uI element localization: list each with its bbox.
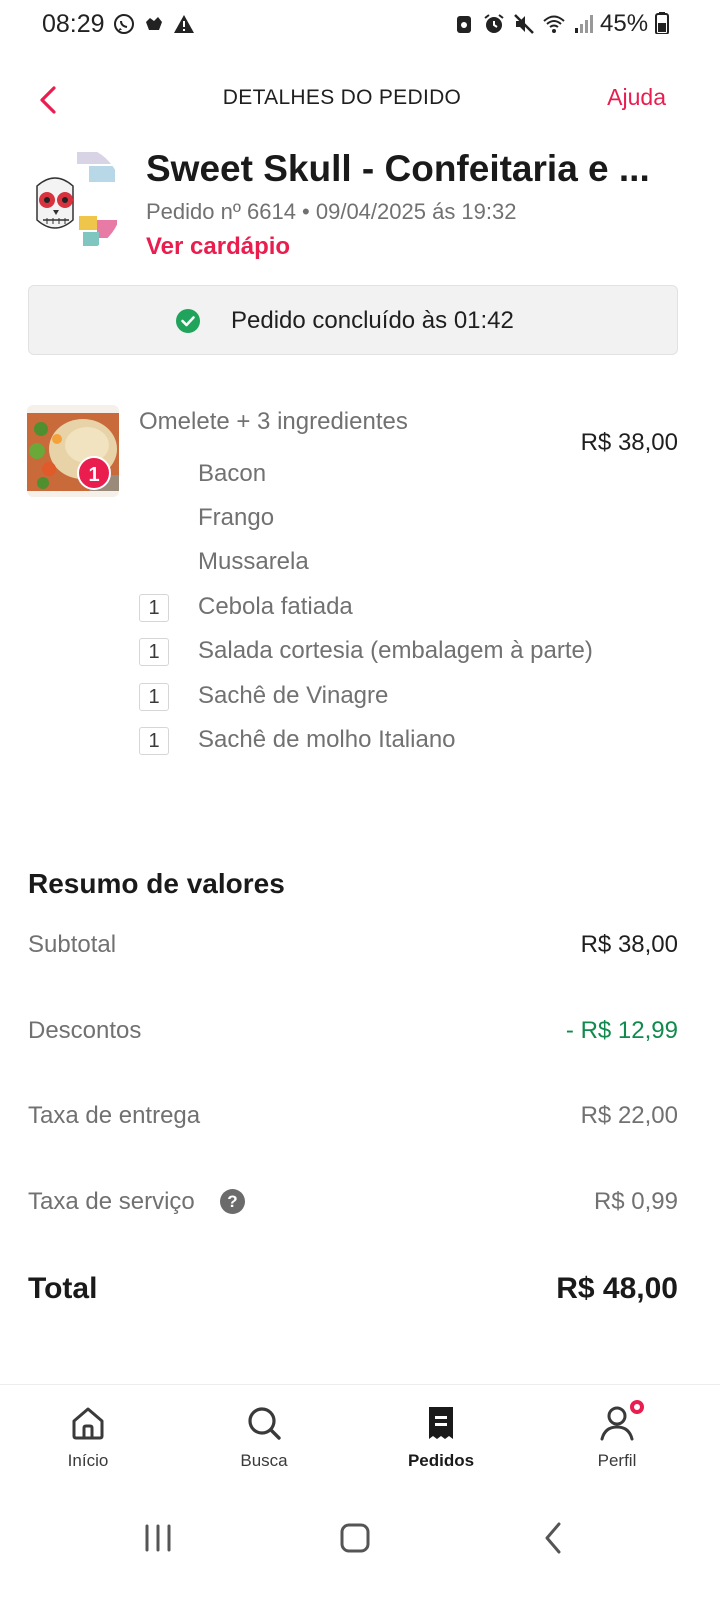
ingredient-item: Bacon <box>198 460 267 487</box>
order-status-box: Pedido concluído às 01:42 <box>28 285 678 355</box>
delivery-fee-value: R$ 22,00 <box>580 1102 678 1129</box>
ingredient-item: Frango <box>198 504 275 531</box>
orders-icon <box>429 1407 453 1439</box>
service-fee-help-icon[interactable]: ? <box>220 1189 245 1214</box>
subtotal-label: Subtotal <box>28 931 117 958</box>
order-meta: Pedido nº 6614 • 09/04/2025 ás 19:32 <box>146 199 517 224</box>
nav-orders-label: Pedidos <box>407 1451 475 1470</box>
wifi-icon <box>543 15 565 33</box>
status-right-icons <box>452 12 596 36</box>
delivery-fee-label: Taxa de entrega <box>28 1102 201 1129</box>
store-logo[interactable]: SWEET SKULL <box>27 146 123 252</box>
store-logo-art: SWEET SKULL <box>27 146 123 252</box>
status-bar: 08:29 45% <box>0 0 720 52</box>
ingredient-item: Mussarela <box>198 548 309 575</box>
battery-icon <box>654 12 669 35</box>
home-button-icon[interactable] <box>325 1508 385 1568</box>
bottom-navigation: Início Busca Pedidos Perfil <box>0 1384 720 1494</box>
warning-icon <box>174 15 194 33</box>
extra-item: Cebola fatiada <box>198 593 353 620</box>
signal-icon <box>575 15 593 33</box>
status-left-icons <box>112 12 196 36</box>
item-price: R$ 38,00 <box>580 429 678 456</box>
nav-profile-label: Perfil <box>597 1451 637 1470</box>
service-fee-value: R$ 0,99 <box>593 1188 678 1215</box>
extra-quantity: 1 <box>139 727 169 755</box>
recent-apps-icon[interactable] <box>128 1508 188 1568</box>
battery-percent: 45% <box>600 10 649 37</box>
app-header: DETALHES DO PEDIDO Ajuda <box>0 72 720 128</box>
system-navigation-bar <box>0 1494 720 1600</box>
nav-search-label: Busca <box>240 1451 288 1470</box>
nav-profile[interactable]: Perfil <box>557 1397 677 1487</box>
whatsapp-icon <box>114 14 134 34</box>
item-quantity-badge: 1 <box>77 456 111 490</box>
view-menu-link[interactable]: Ver cardápio <box>146 233 290 261</box>
status-time: 08:29 <box>42 10 105 38</box>
extra-quantity: 1 <box>139 638 169 666</box>
order-status-text: Pedido concluído às 01:42 <box>231 307 514 334</box>
extra-quantity: 1 <box>139 594 169 622</box>
summary-title: Resumo de valores <box>28 868 285 899</box>
notification-icon <box>146 17 162 30</box>
nav-search[interactable]: Busca <box>204 1397 324 1487</box>
store-name[interactable]: Sweet Skull - Confeitaria e ... <box>146 148 686 190</box>
profile-notification-badge <box>627 1397 647 1417</box>
extra-item: Sachê de Vinagre <box>198 682 389 709</box>
data-saver-icon <box>457 16 471 33</box>
subtotal-value: R$ 38,00 <box>580 931 678 958</box>
home-icon <box>72 1407 104 1440</box>
nav-home-label: Início <box>67 1451 109 1470</box>
check-circle-icon <box>176 309 200 333</box>
total-label: Total <box>28 1272 98 1305</box>
extra-item: Sachê de molho Italiano <box>198 726 456 753</box>
system-back-icon[interactable] <box>524 1508 584 1568</box>
alarm-icon <box>484 14 504 33</box>
mute-icon <box>514 14 534 34</box>
nav-orders[interactable]: Pedidos <box>381 1397 501 1487</box>
extra-item: Salada cortesia (embalagem à parte) <box>198 637 593 664</box>
service-fee-label: Taxa de serviço <box>28 1188 195 1215</box>
help-link[interactable]: Ajuda <box>607 84 666 111</box>
discount-value: - R$ 12,99 <box>565 1017 678 1044</box>
nav-home[interactable]: Início <box>28 1397 148 1487</box>
battery-level: 45% <box>600 10 669 38</box>
page-title: DETALHES DO PEDIDO <box>222 86 462 109</box>
item-name: Omelete + 3 ingredientes <box>139 408 408 435</box>
discount-label: Descontos <box>28 1017 142 1044</box>
total-value: R$ 48,00 <box>556 1272 678 1305</box>
extra-quantity: 1 <box>139 683 169 711</box>
search-icon <box>248 1407 281 1440</box>
